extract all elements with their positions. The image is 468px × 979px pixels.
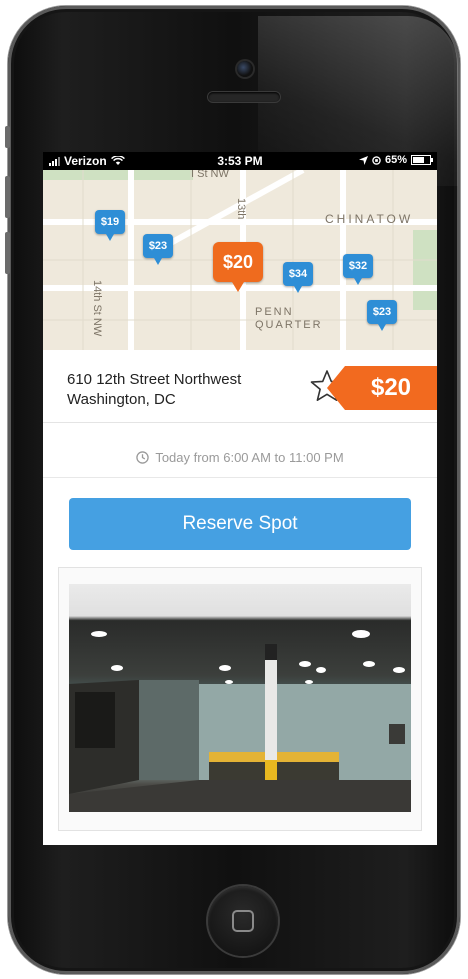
hours-text: Today from 6:00 AM to 11:00 PM bbox=[155, 450, 344, 465]
garage-photo-art bbox=[69, 630, 411, 812]
address-line-1: 610 12th Street Northwest bbox=[67, 371, 242, 388]
map-pin[interactable]: $23 bbox=[143, 234, 173, 265]
map-pin[interactable]: $34 bbox=[283, 262, 313, 293]
volume-up-button bbox=[5, 176, 10, 218]
lock-rotation-icon bbox=[372, 155, 381, 165]
home-square-icon bbox=[232, 910, 254, 932]
spot-address: 610 12th Street Northwest Washington, DC bbox=[67, 370, 241, 410]
earpiece-speaker bbox=[208, 92, 280, 102]
location-arrow-icon bbox=[358, 155, 368, 165]
app-screen: Verizon 3:53 PM 65% CHINATOW 14th St NW … bbox=[43, 152, 437, 845]
volume-down-button bbox=[5, 232, 10, 274]
garage-photo[interactable] bbox=[69, 584, 411, 812]
price-tag: $20 bbox=[327, 366, 437, 410]
photo-card bbox=[59, 568, 421, 830]
map-label-13th: 13th bbox=[235, 198, 247, 220]
map-label-chinatown: CHINATOW bbox=[325, 212, 414, 226]
clock-icon bbox=[136, 451, 150, 464]
map-label-penn-quarter: PENN QUARTER bbox=[255, 306, 323, 331]
map-pin-selected[interactable]: $20 bbox=[213, 242, 263, 292]
battery-icon bbox=[411, 155, 433, 165]
reserve-spot-button[interactable]: Reserve Spot bbox=[69, 498, 411, 550]
hours-row: Today from 6:00 AM to 11:00 PM bbox=[43, 438, 437, 478]
map-pin[interactable]: $32 bbox=[343, 254, 373, 285]
map-label-14th-st: 14th St NW bbox=[91, 280, 103, 337]
map-label-i-st: I St NW bbox=[191, 170, 229, 180]
mute-switch bbox=[5, 126, 10, 148]
front-camera bbox=[237, 61, 253, 77]
map-pin[interactable]: $19 bbox=[95, 210, 125, 241]
map-view[interactable]: CHINATOW 14th St NW 13th I St NW PENN QU… bbox=[43, 170, 437, 350]
map-pin[interactable]: $23 bbox=[367, 300, 397, 331]
spot-details: 610 12th Street Northwest Washington, DC… bbox=[43, 350, 437, 423]
battery-percent: 65% bbox=[384, 154, 407, 166]
status-bar: Verizon 3:53 PM 65% bbox=[43, 152, 437, 170]
address-line-2: Washington, DC bbox=[67, 391, 176, 408]
price-value: $20 bbox=[370, 374, 412, 401]
